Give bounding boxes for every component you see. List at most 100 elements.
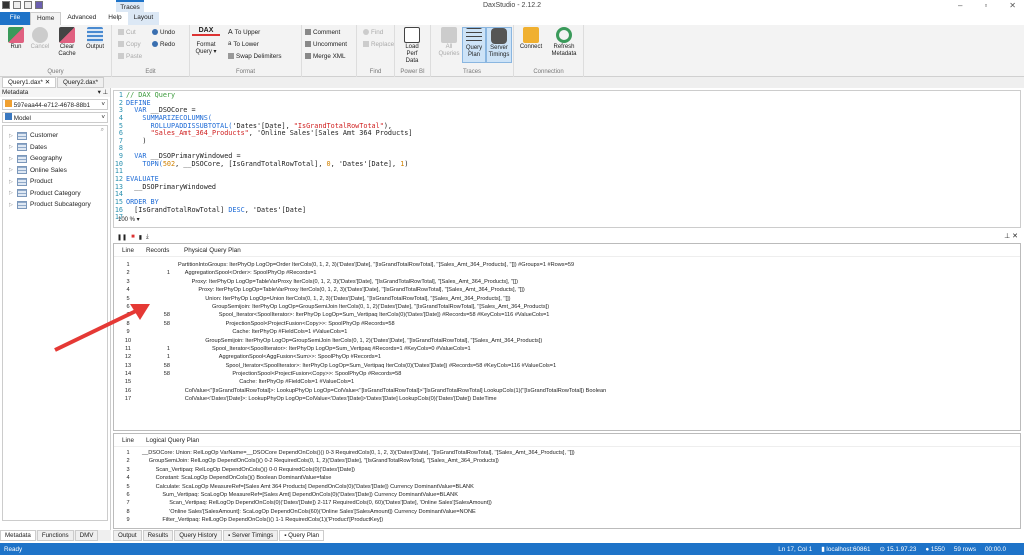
export-icon[interactable]: ⤓ [146, 234, 149, 241]
expand-icon[interactable]: ▷ [9, 144, 14, 150]
table-row[interactable]: 1 PartitionIntoGroups: IterPhyOp LogOp=Or… [114, 261, 1020, 269]
minimize-icon[interactable]: – [958, 1, 962, 10]
editor-zoom[interactable]: 100 % ▾ [118, 216, 140, 223]
tab-help[interactable]: Help [102, 12, 127, 25]
database-selector[interactable]: 597eaa44-e712-4678-88b1 ˅ [2, 99, 108, 110]
table-row[interactable]: 15 Cache: IterPhyOp #FieldCols=1 #ValueCo… [114, 378, 1020, 386]
column-header-records[interactable]: Records [142, 247, 174, 254]
tab-layout[interactable]: Layout [127, 12, 160, 25]
replace-button[interactable]: Replace [363, 41, 394, 48]
tab-file[interactable]: File [0, 12, 30, 25]
table-row[interactable]: 2 GroupSemiJoin: RelLogOp DependOnCols()(… [114, 457, 1020, 465]
doc-tab-query1[interactable]: Query1.dax* ✕ [2, 77, 57, 88]
tab-output[interactable]: Output [113, 530, 142, 541]
column-header-physical-plan[interactable]: Physical Query Plan [174, 247, 241, 254]
format-query-button[interactable]: DAX Format Query ▾ [192, 27, 220, 56]
table-row[interactable]: 758Spool_Iterator<SpoolIterator>: IterPh… [114, 311, 1020, 319]
clear-cache-button[interactable]: Clear Cache [55, 27, 79, 58]
output-button[interactable]: Output [83, 27, 107, 51]
uncomment-button[interactable]: Uncomment [305, 41, 347, 48]
pause-icon[interactable]: ❚❚ [117, 234, 127, 241]
table-row[interactable]: 13 58 Spool_Iterator<SpoolIterator>: IterP… [114, 362, 1020, 370]
cut-button[interactable]: Cut [118, 29, 136, 36]
table-row[interactable]: 4 Proxy: IterPhyOp LogOp=TableVarProxy It… [114, 286, 1020, 294]
tab-results[interactable]: Results [142, 530, 174, 541]
table-row[interactable]: 17 ColValue<'Dates'[Date]>: LookupPhyOp L… [114, 395, 1020, 403]
tab-home[interactable]: Home [30, 12, 62, 25]
table-row[interactable]: 9 Cache: IterPhyOp #FieldCols=1 #ValueCol… [114, 328, 1020, 336]
tab-query-plan[interactable]: ▪ Query Plan [279, 530, 325, 541]
swap-delimiters-button[interactable]: Swap Delimiters [228, 53, 282, 60]
table-row[interactable]: 8 58 ProjectionSpool<ProjectFusion<Copy>>:… [114, 320, 1020, 328]
connect-button[interactable]: Connect [518, 27, 544, 51]
tab-dmv[interactable]: DMV [74, 530, 99, 541]
expand-icon[interactable]: ▷ [9, 202, 14, 208]
expand-icon[interactable]: ▷ [9, 133, 14, 139]
close-tab-icon[interactable]: ✕ [45, 79, 50, 86]
table-row[interactable]: 2 1 AggregationSpool<Order>: SpoolPhyOp #R… [114, 269, 1020, 277]
pin-icon[interactable]: ⊥ [1004, 233, 1010, 240]
tree-item-geography[interactable]: ▷ Geography [3, 153, 107, 165]
expand-icon[interactable]: ▷ [9, 156, 14, 162]
tab-advanced[interactable]: Advanced [61, 12, 102, 25]
table-row[interactable]: 12 1 AggregationSpool<AggFusion<Sum>>: Spo… [114, 353, 1020, 361]
tree-item-online-sales[interactable]: ▷ Online Sales [3, 165, 107, 177]
tab-server-timings[interactable]: ▪ Server Timings [223, 530, 279, 541]
table-row[interactable]: 1 __DSOCore: Union: RelLogOp VarName=__DS… [114, 449, 1020, 457]
column-header-logical-plan[interactable]: Logical Query Plan [142, 437, 199, 444]
table-row[interactable]: 14 58 ProjectionSpool<ProjectFusion<Copy>>… [114, 370, 1020, 378]
table-row[interactable]: 5 Calculate: ScaLogOp MeasureRef=[Sales A… [114, 483, 1020, 491]
table-row[interactable]: 9 Filter_Vertipaq: RelLogOp DependOnCols(… [114, 516, 1020, 524]
table-row[interactable]: 6 GroupSemijoin: IterPhyOp LogOp=GroupSem… [114, 303, 1020, 311]
table-row[interactable]: 3 Proxy: IterPhyOp LogOp=TableVarProxy It… [114, 278, 1020, 286]
query-plan-button[interactable]: Query Plan [462, 27, 486, 63]
run-button[interactable]: Run [4, 27, 28, 51]
all-queries-button[interactable]: All Queries [437, 27, 461, 58]
tree-item-product-category[interactable]: ▷ Product Category [3, 188, 107, 200]
refresh-metadata-button[interactable]: Refresh Metadata [548, 27, 580, 58]
pin-icon[interactable]: ▾ ⊥ [98, 89, 108, 96]
tab-metadata[interactable]: Metadata [0, 530, 36, 541]
tree-item-product[interactable]: ▷ Product [3, 176, 107, 188]
table-row[interactable]: 10 GroupSemijoin: IterPhyOp LogOp=GroupSe… [114, 337, 1020, 345]
dax-query-editor[interactable]: 1// DAX Query 2 DEFINE 3 VAR __DSOCore = 4 S… [113, 90, 1021, 228]
tree-item-customer[interactable]: ▷ Customer [3, 130, 107, 142]
table-row[interactable]: 8 'Online Sales'[SalesAmount]: ScaLogOp D… [114, 508, 1020, 516]
to-upper-button[interactable]: A To Upper [228, 29, 260, 36]
copy-button[interactable]: Copy [118, 41, 141, 48]
column-header-line[interactable]: Line [114, 247, 142, 254]
doc-tab-query2[interactable]: Query2.dax* [57, 77, 105, 88]
maximize-icon[interactable]: ▫ [984, 1, 987, 10]
table-row[interactable]: 11 1 Spool_Iterator<SpoolIterator>: IterPh… [114, 345, 1020, 353]
table-row[interactable]: 5 Union: IterPhyOp LogOp=Union IterCols(0… [114, 295, 1020, 303]
paste-button[interactable]: Paste [118, 53, 142, 60]
table-row[interactable]: 4 Constant: ScaLogOp DependOnCols()() Boo… [114, 474, 1020, 482]
close-icon[interactable]: ✕ [1012, 233, 1018, 240]
tab-query-history[interactable]: Query History [174, 530, 223, 541]
table-row[interactable]: 6 Sum_Vertipaq: ScaLogOp MeasureRef=[Sale… [114, 491, 1020, 499]
column-header-line[interactable]: Line [114, 437, 142, 444]
undo-button[interactable]: Undo [152, 29, 175, 36]
expand-icon[interactable]: ▷ [9, 167, 14, 173]
redo-button[interactable]: Redo [152, 41, 175, 48]
table-row[interactable]: 3 Scan_Vertipaq: RelLogOp DependOnCols()(… [114, 466, 1020, 474]
expand-icon[interactable]: ▷ [9, 179, 14, 185]
close-icon[interactable]: ✕ [1009, 1, 1016, 10]
clear-icon[interactable]: ▮ [139, 234, 142, 241]
table-row[interactable]: 16 ColValue<''[IsGrandTotalRowTotal]>: Lo… [114, 387, 1020, 395]
tab-functions[interactable]: Functions [36, 530, 74, 541]
merge-xml-button[interactable]: Merge XML [305, 53, 346, 60]
model-selector[interactable]: Model ˅ [2, 112, 108, 123]
comment-button[interactable]: Comment [305, 29, 340, 36]
search-icon[interactable]: ⌕ [101, 127, 104, 134]
table-row[interactable]: 7 Scan_Vertipaq: RelLogOp DependOnCols(0)… [114, 499, 1020, 507]
load-perf-data-button[interactable]: Load Perf Data [400, 27, 424, 65]
cancel-button[interactable]: Cancel [28, 27, 52, 51]
server-timings-button[interactable]: Server Timings [486, 27, 512, 63]
tree-item-product-subcategory[interactable]: ▷ Product Subcategory [3, 199, 107, 211]
stop-icon[interactable]: ■ [131, 234, 135, 240]
tree-item-dates[interactable]: ▷ Dates [3, 142, 107, 154]
to-lower-button[interactable]: a To Lower [228, 41, 259, 48]
expand-icon[interactable]: ▷ [9, 190, 14, 196]
find-button[interactable]: Find [363, 29, 383, 36]
